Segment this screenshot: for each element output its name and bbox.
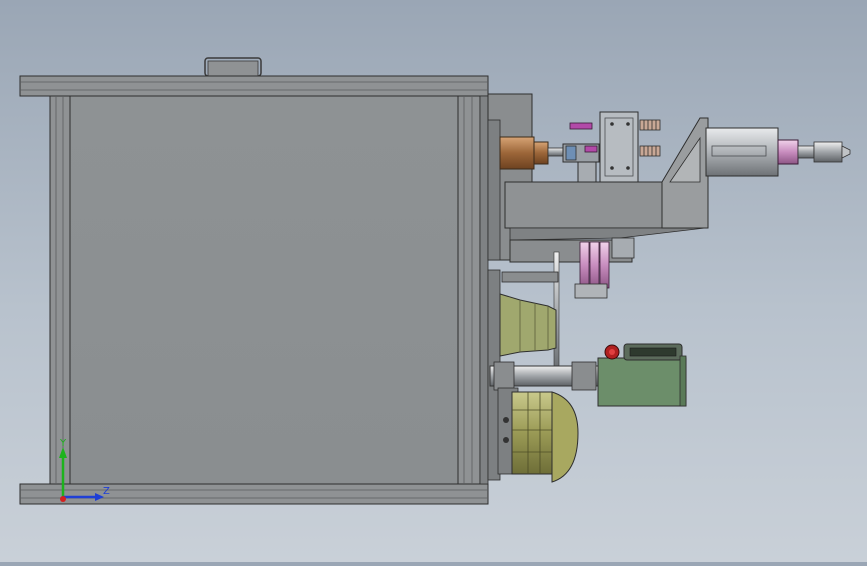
motor-shaft [797, 145, 815, 159]
servo-motor[interactable] [705, 127, 779, 177]
spring-upper [639, 119, 661, 131]
left-post [49, 95, 71, 485]
main-frame[interactable] [19, 57, 489, 505]
copper-bushing[interactable] [499, 136, 535, 170]
pink-cylinder [599, 241, 610, 289]
yellow-drum[interactable] [511, 391, 553, 475]
bottom-rail [19, 483, 489, 505]
copper-bushing-nose [533, 141, 549, 165]
cylinder-head [611, 237, 635, 259]
x-axis-dot [60, 496, 66, 502]
y-axis-label: Y [59, 438, 67, 449]
shaft-collar [571, 361, 597, 391]
vertical-slide-block[interactable] [599, 111, 639, 183]
top-rail [19, 75, 489, 97]
main-panel[interactable] [69, 95, 459, 485]
assembly-drawing[interactable]: Y Z [0, 0, 867, 562]
bolt-icon [503, 437, 509, 443]
green-controller-block[interactable] [597, 357, 687, 407]
cylinder-mount [574, 283, 608, 299]
feeder-top-plate [501, 271, 559, 283]
upper-side-plate [487, 119, 501, 261]
bolt-icon [626, 122, 630, 126]
shaft-tip [841, 145, 851, 159]
shaft-nut [813, 141, 843, 163]
upper-spindle-assembly[interactable] [499, 111, 851, 263]
z-axis-label: Z [103, 486, 110, 497]
bolt-icon [626, 166, 630, 170]
spring-lower [639, 145, 661, 157]
bolt-icon [503, 417, 509, 423]
right-post-edge [479, 95, 489, 485]
clamp-base [577, 161, 597, 183]
drum-end-cap [551, 391, 579, 483]
pink-cylinder [589, 241, 600, 289]
red-knob-center [609, 349, 615, 355]
bolt-icon [610, 122, 614, 126]
bolt-icon [610, 166, 614, 170]
pink-cylinder [579, 241, 590, 289]
cad-viewport[interactable]: Y Z [0, 0, 867, 562]
controller-side [679, 355, 687, 407]
shaft-collar [493, 361, 515, 391]
clamp-jaw [565, 145, 577, 161]
right-post [457, 95, 481, 485]
beam-underside [509, 227, 706, 241]
frame-handle-inner [207, 60, 259, 77]
magenta-fitting [584, 145, 598, 153]
display-screen [629, 347, 677, 357]
magenta-fitting [569, 122, 593, 130]
spindle-tip [547, 147, 565, 157]
pink-coupling [777, 139, 799, 165]
lower-spindle-assembly[interactable] [489, 343, 687, 483]
